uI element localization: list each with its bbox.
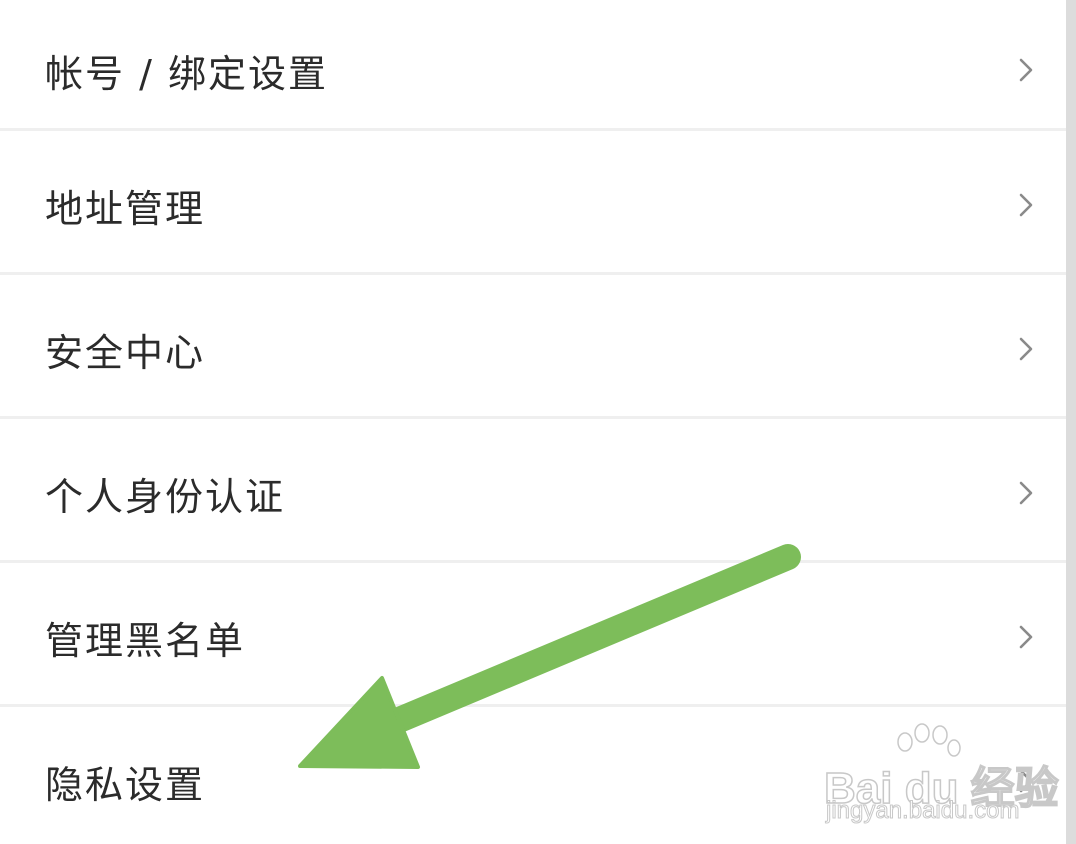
settings-item-identity-verification[interactable]: 个人身份认证 — [0, 423, 1066, 563]
divider — [0, 128, 1066, 131]
settings-item-label: 帐号 / 绑定设置 — [45, 51, 328, 96]
chevron-right-icon — [1019, 337, 1033, 361]
divider — [0, 272, 1066, 275]
divider — [0, 416, 1066, 419]
settings-item-security-center[interactable]: 安全中心 — [0, 279, 1066, 419]
chevron-right-icon — [1019, 193, 1033, 217]
settings-item-blacklist[interactable]: 管理黑名单 — [0, 567, 1066, 707]
settings-screen: 帐号 / 绑定设置 地址管理 安全中心 个人身份认证 管理黑名单 隐私设置 Ba… — [0, 0, 1076, 844]
divider — [0, 560, 1066, 563]
settings-item-account-binding[interactable]: 帐号 / 绑定设置 — [0, 0, 1066, 140]
settings-item-label: 安全中心 — [45, 330, 206, 375]
chevron-right-icon — [1019, 58, 1033, 82]
divider — [0, 704, 1066, 707]
settings-item-address[interactable]: 地址管理 — [0, 135, 1066, 275]
chevron-right-icon — [1019, 625, 1033, 649]
watermark-url: jingyan.baidu.com — [825, 797, 1020, 825]
chevron-right-icon — [1019, 481, 1033, 505]
settings-list: 帐号 / 绑定设置 地址管理 安全中心 个人身份认证 管理黑名单 隐私设置 — [0, 0, 1066, 844]
settings-item-label: 地址管理 — [45, 186, 206, 231]
settings-item-label: 管理黑名单 — [45, 618, 246, 663]
scroll-edge — [1066, 0, 1076, 844]
settings-item-label: 个人身份认证 — [45, 474, 286, 519]
settings-item-label: 隐私设置 — [45, 762, 206, 807]
